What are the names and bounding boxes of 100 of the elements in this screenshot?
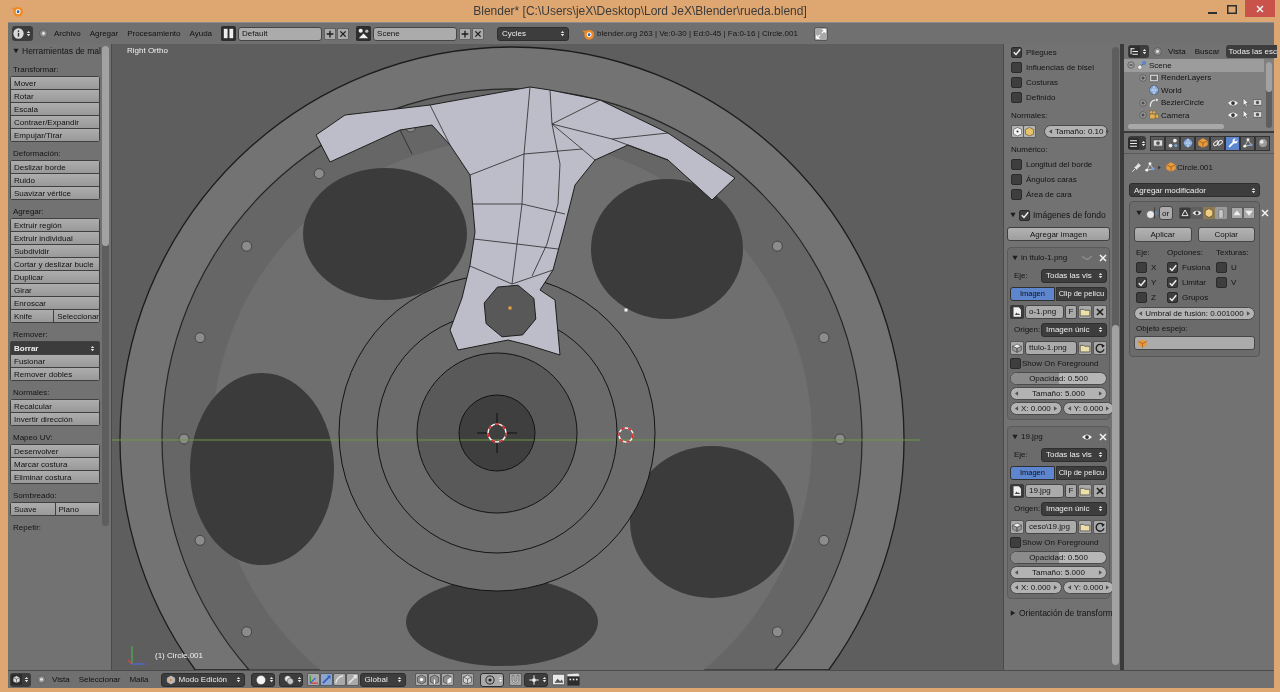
copy-button[interactable]: Copiar bbox=[1197, 227, 1255, 242]
close-icon[interactable] bbox=[337, 27, 350, 40]
tool-button[interactable]: Marcar costura bbox=[10, 457, 100, 471]
menu-item[interactable]: Vista bbox=[1164, 44, 1190, 59]
camera-icon[interactable] bbox=[1253, 110, 1262, 120]
folder-icon[interactable] bbox=[1078, 519, 1092, 534]
checkbox[interactable] bbox=[1011, 173, 1022, 185]
tree-row[interactable]: RenderLayers bbox=[1124, 71, 1264, 84]
package-icon[interactable] bbox=[1010, 340, 1024, 355]
camera-icon[interactable] bbox=[1253, 97, 1262, 107]
number-field[interactable]: Y: 0.000 bbox=[1062, 580, 1115, 594]
scrollbar[interactable] bbox=[102, 46, 109, 526]
checkbox[interactable] bbox=[1011, 46, 1022, 58]
tool-button[interactable]: Seleccionar bbox=[53, 309, 100, 323]
checkbox[interactable] bbox=[1216, 262, 1227, 273]
apply-button[interactable]: Aplicar bbox=[1134, 227, 1192, 242]
number-field[interactable]: X: 0.000 bbox=[1010, 580, 1062, 594]
disclosure-triangle-icon[interactable] bbox=[1012, 254, 1018, 261]
orientation-dropdown[interactable]: Global bbox=[359, 672, 406, 687]
remove-icon[interactable] bbox=[1093, 304, 1107, 319]
scene-name-field[interactable]: Scene bbox=[373, 26, 458, 41]
tool-button[interactable]: Escala bbox=[10, 102, 100, 116]
tool-button[interactable]: Empujar/Tirar bbox=[10, 128, 100, 142]
tool-button[interactable]: Contraer/Expandir bbox=[10, 115, 100, 129]
folder-icon[interactable] bbox=[1078, 340, 1092, 355]
tool-button[interactable]: Extruir región bbox=[10, 218, 100, 232]
properties-tab[interactable] bbox=[1210, 135, 1225, 151]
dropdown[interactable]: Borrar bbox=[10, 341, 100, 355]
source-dropdown[interactable]: Imagen únic bbox=[1041, 322, 1107, 337]
vertex-select-icon[interactable] bbox=[414, 673, 428, 686]
snap-target-dropdown[interactable] bbox=[523, 672, 548, 687]
fake-user-button[interactable]: F bbox=[1065, 483, 1077, 498]
tool-button[interactable]: Remover dobles bbox=[10, 367, 100, 381]
tool-button[interactable]: Girar bbox=[10, 283, 100, 297]
tool-button[interactable]: Cortar y deslizar bucle bbox=[10, 257, 100, 271]
checkbox[interactable] bbox=[1011, 188, 1022, 200]
checkbox[interactable] bbox=[1136, 262, 1147, 273]
file-path-field[interactable]: ttulo-1.png bbox=[1025, 340, 1077, 355]
close-icon[interactable] bbox=[472, 27, 485, 40]
maximize-icon[interactable] bbox=[1227, 5, 1237, 14]
properties-tab[interactable] bbox=[1165, 135, 1180, 151]
tool-button[interactable]: Fusionar bbox=[10, 354, 100, 368]
scene-icon[interactable] bbox=[356, 26, 372, 41]
close-button[interactable] bbox=[1245, 0, 1275, 17]
opacity-slider[interactable]: Opacidad: 0.500 bbox=[1010, 371, 1107, 385]
number-field[interactable]: Y: 0.000 bbox=[1062, 401, 1115, 415]
mode-dropdown[interactable]: Modo Edición bbox=[160, 672, 245, 687]
disclosure-triangle-icon[interactable] bbox=[13, 48, 19, 54]
disclosure-triangle-icon[interactable] bbox=[1010, 610, 1016, 616]
source-dropdown[interactable]: Imagen únic bbox=[1041, 501, 1107, 516]
picture-icon[interactable] bbox=[551, 673, 565, 686]
folder-icon[interactable] bbox=[1078, 304, 1092, 319]
add-image-button[interactable]: Agregar imagen bbox=[1007, 227, 1110, 241]
tool-button[interactable]: Invertir dirección bbox=[10, 412, 100, 426]
axis-dropdown[interactable]: Todas las vis bbox=[1041, 268, 1107, 283]
remove-icon[interactable] bbox=[1093, 483, 1107, 498]
editor-type-button[interactable] bbox=[1128, 136, 1146, 150]
magnet-icon[interactable] bbox=[508, 673, 522, 686]
axes-icon[interactable] bbox=[306, 673, 320, 686]
scrollbar[interactable] bbox=[1128, 123, 1224, 129]
properties-tab[interactable] bbox=[1225, 135, 1240, 151]
file-path-field[interactable]: ceso\19.jpg bbox=[1025, 519, 1077, 534]
checkbox[interactable] bbox=[1011, 61, 1022, 73]
menu-item[interactable]: Archivo bbox=[50, 26, 85, 41]
menu-item[interactable]: Vista bbox=[48, 672, 74, 687]
menu-item[interactable]: Procesamiento bbox=[123, 26, 185, 41]
properties-tab[interactable] bbox=[1195, 135, 1210, 151]
tool-button[interactable]: Eliminar costura bbox=[10, 470, 100, 484]
expand-toggle-icon[interactable] bbox=[1127, 61, 1135, 70]
number-field[interactable]: Umbral de fusión: 0.001000 bbox=[1134, 307, 1255, 320]
expand-toggle-icon[interactable] bbox=[1139, 73, 1147, 82]
scrollbar[interactable] bbox=[1266, 62, 1272, 128]
move-down-icon[interactable] bbox=[1243, 207, 1255, 219]
tool-button[interactable]: Knife bbox=[10, 309, 55, 323]
number-field[interactable]: X: 0.000 bbox=[1010, 401, 1062, 415]
tool-button[interactable]: Mover bbox=[10, 76, 100, 90]
disclosure-triangle-icon[interactable] bbox=[1012, 433, 1018, 440]
hexagon-icon[interactable] bbox=[1023, 124, 1036, 138]
eye-icon[interactable] bbox=[1191, 207, 1203, 219]
editor-type-button[interactable] bbox=[12, 26, 33, 41]
reload-icon[interactable] bbox=[1093, 340, 1107, 355]
expand-toggle-icon[interactable] bbox=[1139, 98, 1147, 107]
tree-row[interactable]: Camera bbox=[1124, 109, 1264, 122]
tool-button[interactable]: Duplicar bbox=[10, 270, 100, 284]
menu-item[interactable]: Malla bbox=[125, 672, 153, 687]
tool-button[interactable]: Extruir individual bbox=[10, 231, 100, 245]
image-file-icon[interactable] bbox=[1010, 304, 1024, 319]
image-name-field[interactable]: o-1.png bbox=[1025, 304, 1064, 319]
collapse-menu-icon[interactable] bbox=[1153, 47, 1162, 56]
checkbox[interactable] bbox=[1011, 158, 1022, 170]
mirror-object-field[interactable] bbox=[1134, 336, 1255, 350]
checkbox[interactable] bbox=[1011, 91, 1022, 103]
add-modifier-dropdown[interactable]: Agregar modificador bbox=[1129, 183, 1260, 197]
disclosure-triangle-icon[interactable] bbox=[1010, 212, 1016, 218]
screen-layout-icon[interactable] bbox=[221, 26, 237, 41]
tool-button[interactable]: Subdividir bbox=[10, 244, 100, 258]
triangle-icon[interactable] bbox=[1179, 207, 1191, 219]
tool-button[interactable]: Ruido bbox=[10, 173, 100, 187]
tool-button[interactable]: Recalcular bbox=[10, 399, 100, 413]
scrollbar[interactable] bbox=[1112, 47, 1119, 665]
